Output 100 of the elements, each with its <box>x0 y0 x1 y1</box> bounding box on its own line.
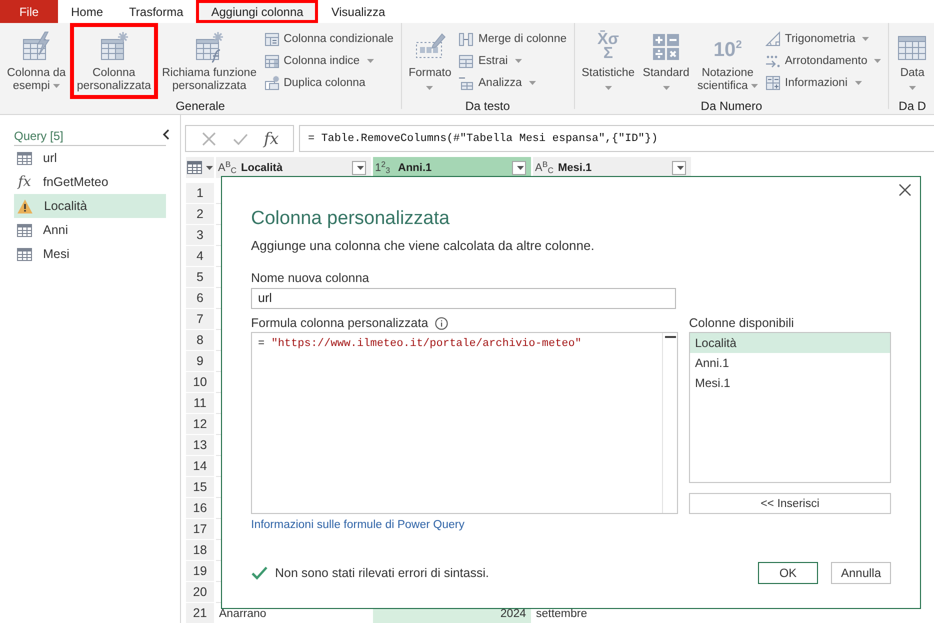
caret-icon <box>206 166 213 170</box>
collapse-icon[interactable] <box>162 129 170 140</box>
exponent-icon: 10$^{2}$ <box>713 34 742 60</box>
triangle-icon <box>764 31 781 47</box>
ribbon-button[interactable]: Estrai <box>455 50 571 72</box>
column-name: Mesi.1 <box>558 162 593 174</box>
dialog-title: Colonna personalizzata <box>251 207 451 231</box>
caret-icon <box>357 166 364 170</box>
formula-field[interactable]: = Table.RemoveColumns(#"Tabella Mesi espansa",{"ID"}) <box>299 125 934 152</box>
pane-title: Query [5] <box>14 128 166 146</box>
query-item[interactable]: Anni <box>14 218 166 242</box>
ribbon-button[interactable]: Richiama funzione personalizzata <box>158 23 261 99</box>
column-header[interactable]: 1$^{2}$$_{3}$ Anni.1 <box>373 157 533 178</box>
row-number: 19 <box>186 561 216 582</box>
query-item[interactable]: fx fnGetMeteo <box>14 170 166 194</box>
ribbon-button[interactable]: Trigonometria <box>762 28 886 50</box>
ribbon-button[interactable]: Standard <box>638 23 694 99</box>
row-number: 9 <box>186 351 216 372</box>
grid-icon <box>764 75 781 91</box>
help-link[interactable]: Informazioni sulle formule di Power Query <box>251 517 464 533</box>
row-number: 17 <box>186 519 216 540</box>
warning-icon <box>17 198 33 214</box>
ribbon-button[interactable]: Data <box>892 23 932 99</box>
ribbon-button[interactable]: Arrotondamento <box>762 50 886 72</box>
merge-columns-icon <box>458 31 474 47</box>
formula-editor[interactable]: = "https://www.ilmeteo.it/portale/archivio-meteo" <box>251 332 678 514</box>
close-icon[interactable] <box>899 184 911 196</box>
duplicate-icon <box>264 75 280 91</box>
field-label: Formula colonna personalizzata <box>251 315 428 331</box>
table-lightning-icon <box>20 31 52 63</box>
row-number: 20 <box>186 582 216 603</box>
ribbon-button[interactable]: Merge di colonne <box>455 28 571 50</box>
group-label: Da Numero <box>700 99 762 113</box>
ribbon-button[interactable]: X̄σ Σ Statistiche <box>578 23 639 99</box>
table-menu-button[interactable] <box>186 157 216 178</box>
caret-icon <box>517 166 524 170</box>
column-name: Località <box>241 162 284 174</box>
query-item[interactable]: url <box>14 146 166 170</box>
column-name: Anni.1 <box>398 162 433 174</box>
ribbon-button[interactable]: Formato <box>404 23 456 99</box>
ribbon-button[interactable]: Colonna condizionale <box>260 28 398 50</box>
text-field[interactable]: url <box>251 288 676 309</box>
dialog-description: Aggiunge una colonna che viene calcolata da altre colonne. <box>251 237 596 255</box>
filter-button[interactable] <box>512 160 526 174</box>
ribbon-button[interactable]: Informazioni <box>762 72 886 94</box>
filter-button[interactable] <box>672 160 686 174</box>
field-label: Nome nuova colonna <box>251 270 370 286</box>
file-tab[interactable]: File <box>0 0 58 23</box>
list-item[interactable]: Località <box>690 333 890 353</box>
ribbon-button[interactable]: 10$^{2}$ Notazione scientifica <box>693 23 762 99</box>
row-number: 21 <box>186 603 216 623</box>
list-item[interactable]: Mesi.1 <box>690 373 890 393</box>
rounding-icon <box>764 53 781 69</box>
row-number: 4 <box>186 246 216 267</box>
query-item[interactable]: Località <box>14 194 166 218</box>
list-item[interactable]: Anni.1 <box>690 353 890 373</box>
status-message: Non sono stati rilevati errori di sintassi. <box>275 566 490 580</box>
column-header[interactable]: A$^{B}$$_{C}$ Località <box>216 157 373 178</box>
column-header[interactable]: A$^{B}$$_{C}$ Mesi.1 <box>533 157 693 178</box>
insert-function-button[interactable]: fx <box>264 129 279 148</box>
check-icon <box>251 566 268 580</box>
insert-button[interactable]: << Inserisci <box>689 493 891 514</box>
ribbon-button[interactable]: Colonna personalizzata <box>70 23 158 99</box>
field-label: Colonne disponibili <box>689 315 795 331</box>
row-number: 7 <box>186 309 216 330</box>
cancel-button[interactable]: Annulla <box>831 562 891 584</box>
row-number: 3 <box>186 225 216 246</box>
row-number: 10 <box>186 372 216 393</box>
row-number: 15 <box>186 477 216 498</box>
scrollbar[interactable] <box>662 333 677 513</box>
table-curve-icon <box>193 31 226 63</box>
table-column-icon <box>264 53 280 69</box>
check-icon[interactable] <box>232 132 248 144</box>
row-number: 5 <box>186 267 216 288</box>
ok-button[interactable]: OK <box>758 562 818 584</box>
caret-icon <box>677 166 684 170</box>
table-icon <box>17 248 32 260</box>
row-number: 1 <box>186 183 216 204</box>
ribbon-button[interactable]: Analizza <box>455 72 571 94</box>
table-icon <box>458 75 474 91</box>
row-number: 2 <box>186 204 216 225</box>
table-rows-icon <box>264 31 280 47</box>
table-icon <box>187 161 202 174</box>
row-number: 12 <box>186 414 216 435</box>
table-icon <box>17 152 32 164</box>
row-number: 6 <box>186 288 216 309</box>
function-icon: fx <box>17 174 32 190</box>
info-icon <box>435 316 448 330</box>
filter-button[interactable] <box>352 160 366 174</box>
table-icon <box>458 53 474 69</box>
row-number: 18 <box>186 540 216 561</box>
row-number: 8 <box>186 330 216 351</box>
group-label: Da testo <box>465 99 510 113</box>
row-number: 11 <box>186 393 216 414</box>
ribbon-button[interactable]: Colonna da esempi <box>3 23 70 99</box>
query-item[interactable]: Mesi <box>14 242 166 266</box>
ribbon-tab[interactable]: Aggiungi colonna <box>196 0 318 23</box>
ribbon-button[interactable]: Colonna indice <box>260 50 398 72</box>
row-number: 13 <box>186 435 216 456</box>
ribbon-button[interactable]: Duplica colonna <box>260 72 398 94</box>
